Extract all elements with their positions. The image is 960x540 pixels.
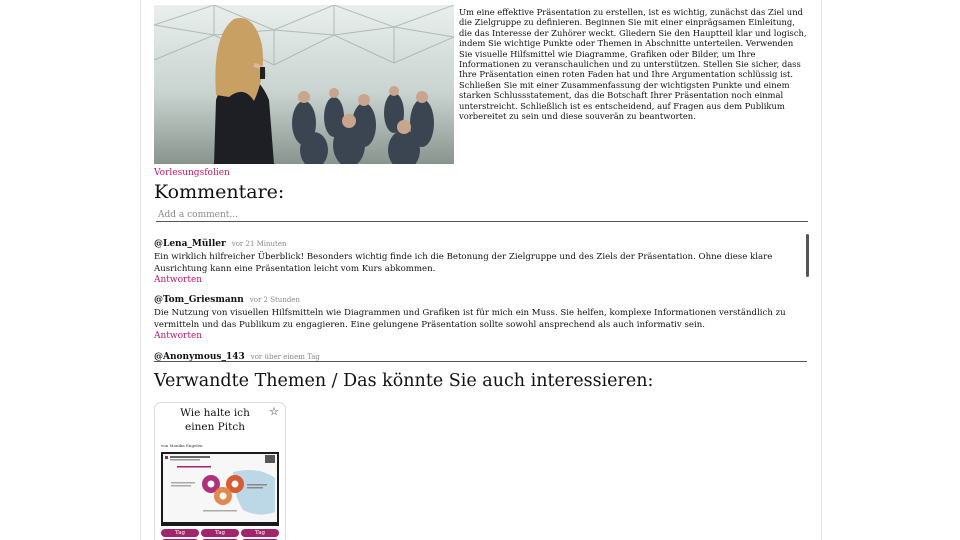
comment-text: Ein wirklich hilfreicher Überblick! Beso…: [154, 252, 773, 274]
image-caption-link[interactable]: Vorlesungsfolien: [154, 168, 230, 178]
comments-heading: Kommentare:: [154, 181, 285, 203]
slide-content: [163, 454, 277, 522]
comments-scrollbar[interactable]: [806, 234, 809, 277]
add-comment-input[interactable]: [156, 209, 808, 222]
comment-timestamp: vor über einem Tag: [250, 353, 320, 361]
comment-timestamp: vor 21 Minuten: [231, 240, 287, 248]
article-description: Um eine effektive Präsentation zu erstel…: [459, 7, 807, 122]
slide-author: von Monika Engelen: [161, 443, 203, 448]
presentation-photo: [154, 5, 454, 164]
comment-timestamp: vor 2 Stunden: [249, 296, 300, 304]
tag-chip[interactable]: Tag: [241, 529, 279, 537]
slide-screen: [161, 452, 279, 526]
slide-diagram: [165, 455, 275, 515]
card-title[interactable]: Wie halte ich einen Pitch: [165, 407, 265, 434]
comment-username[interactable]: @Lena_Müller: [154, 239, 226, 249]
comment-username[interactable]: @Tom_Griesmann: [154, 295, 244, 305]
star-outline-icon[interactable]: ☆: [269, 405, 279, 418]
comment-text: Die Nutzung von visuellen Hilfsmitteln w…: [154, 308, 786, 330]
content-page: Um eine effektive Präsentation zu erstel…: [140, 0, 822, 540]
slide-thumbnail[interactable]: von Monika Engelen: [161, 443, 279, 527]
comment-item: @Lena_Müller vor 21 Minuten Ein wirklich …: [154, 231, 794, 285]
tag-chip[interactable]: Tag: [161, 529, 199, 537]
reply-link[interactable]: Antworten: [154, 331, 794, 341]
reply-link[interactable]: Antworten: [154, 275, 794, 285]
tag-chip[interactable]: Tag: [201, 529, 239, 537]
related-topic-card[interactable]: Wie halte ich einen Pitch ☆ von Monika E…: [154, 402, 286, 540]
comment-item: @Tom_Griesmann vor 2 Stunden Die Nutzung …: [154, 287, 794, 341]
related-topics-heading: Verwandte Themen / Das könnte Sie auch i…: [154, 371, 654, 391]
section-divider: [154, 361, 807, 362]
